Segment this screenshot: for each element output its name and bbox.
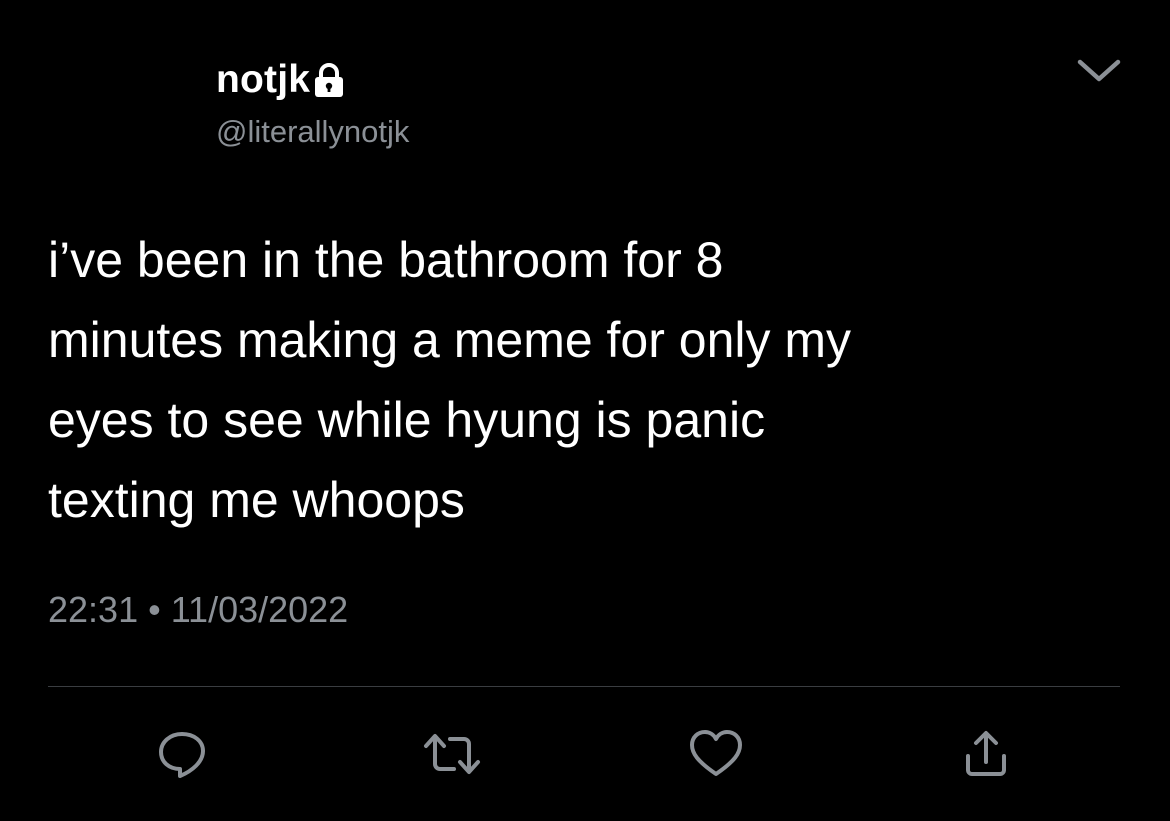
timestamp-separator: • [148,589,161,630]
reply-button[interactable] [152,724,212,784]
lock-icon [312,63,346,99]
retweet-icon [422,726,482,782]
like-button[interactable] [686,724,746,784]
tweet-timestamp: 22:31 • 11/03/2022 [48,586,348,634]
tweet-time: 22:31 [48,589,139,630]
tweet-detail: notjk @literallynotjk i’ve been in the b… [0,0,1170,821]
tweet-text: i’ve been in the bathroom for 8 minutes … [48,232,852,528]
chevron-down-icon[interactable] [1074,54,1124,86]
tweet-author[interactable]: notjk @literallynotjk [216,56,409,152]
share-icon [958,726,1014,782]
tweet-date: 11/03/2022 [170,589,349,630]
reply-icon [154,726,210,782]
heart-icon [687,726,745,782]
user-handle: @literallynotjk [216,114,410,149]
tweet-actions [0,724,1170,784]
divider [48,686,1120,687]
share-button[interactable] [956,724,1016,784]
retweet-button[interactable] [422,724,482,784]
display-name: notjk [216,58,311,101]
display-name-row: notjk [216,56,409,104]
